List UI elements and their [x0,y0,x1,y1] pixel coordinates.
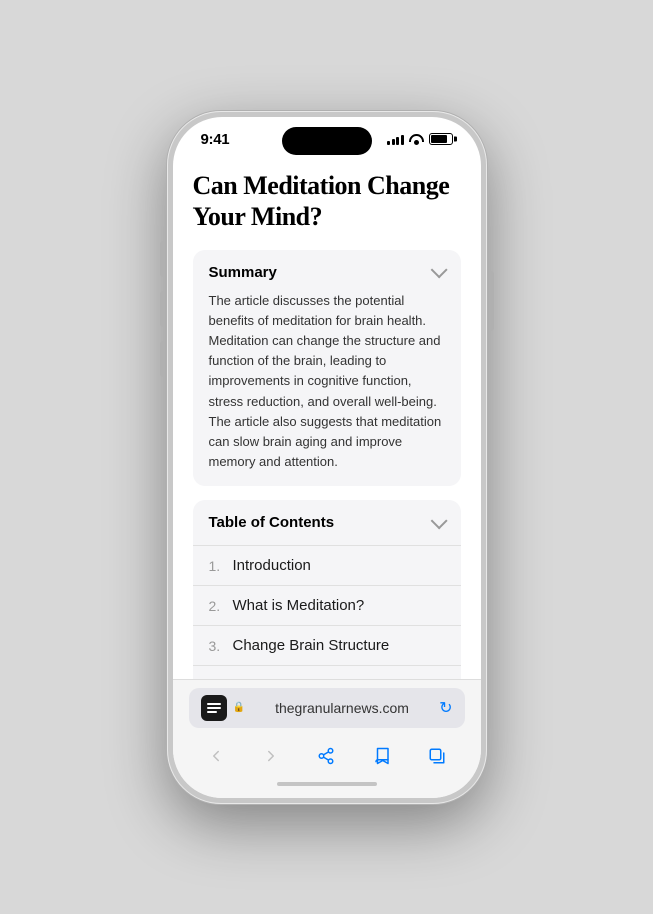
signal-icon [387,134,404,145]
forward-button[interactable] [255,740,287,772]
status-time: 9:41 [201,131,230,148]
toc-number-1: 1. [209,558,233,574]
wifi-icon [409,134,424,145]
reader-mode-icon[interactable] [201,695,227,721]
bookmarks-icon [373,747,391,765]
list-item[interactable]: 2. What is Meditation? [193,585,461,625]
content-area[interactable]: Can Meditation Change Your Mind? Summary… [173,154,481,679]
url-display[interactable]: thegranularnews.com [251,700,433,716]
forward-icon [262,747,280,765]
summary-chevron-icon[interactable] [429,264,445,280]
list-item[interactable]: 4. Strengthen Brain Networks [193,665,461,678]
article-title: Can Meditation Change Your Mind? [193,170,461,232]
lock-icon: 🔒 [233,702,245,713]
list-item[interactable]: 1. Introduction [193,545,461,585]
summary-header[interactable]: Summary [209,264,445,281]
phone-screen: 9:41 Can Meditation Change Your Mind? Su… [173,117,481,798]
dynamic-island [282,127,372,155]
refresh-icon[interactable]: ↻ [439,698,452,718]
navigation-bar [189,736,465,776]
list-item[interactable]: 3. Change Brain Structure [193,625,461,665]
battery-fill [431,135,447,143]
toc-number-2: 2. [209,598,233,614]
home-indicator [277,782,377,786]
summary-card: Summary The article discusses the potent… [193,250,461,486]
toc-chevron-icon[interactable] [429,515,445,531]
toc-label-1: Introduction [233,557,311,574]
toc-list: 1. Introduction 2. What is Meditation? 3… [193,545,461,678]
toc-label-2: What is Meditation? [233,597,365,614]
browser-bar: 🔒 thegranularnews.com ↻ [173,679,481,798]
toc-label-3: Change Brain Structure [233,637,390,654]
battery-icon [429,133,453,145]
share-icon [317,747,335,765]
toc-title: Table of Contents [209,514,335,531]
back-icon [207,747,225,765]
tabs-icon [428,747,446,765]
bookmarks-button[interactable] [366,740,398,772]
reader-lines [207,703,221,713]
toc-card: Table of Contents 1. Introduction 2. Wha… [193,500,461,678]
summary-title: Summary [209,264,277,281]
share-button[interactable] [310,740,342,772]
summary-text: The article discusses the potential bene… [209,291,445,472]
phone-frame: 9:41 Can Meditation Change Your Mind? Su… [167,111,487,804]
toc-header[interactable]: Table of Contents [193,500,461,545]
status-icons [387,133,453,145]
toc-number-3: 3. [209,638,233,654]
tabs-button[interactable] [421,740,453,772]
url-bar[interactable]: 🔒 thegranularnews.com ↻ [189,688,465,728]
back-button[interactable] [200,740,232,772]
